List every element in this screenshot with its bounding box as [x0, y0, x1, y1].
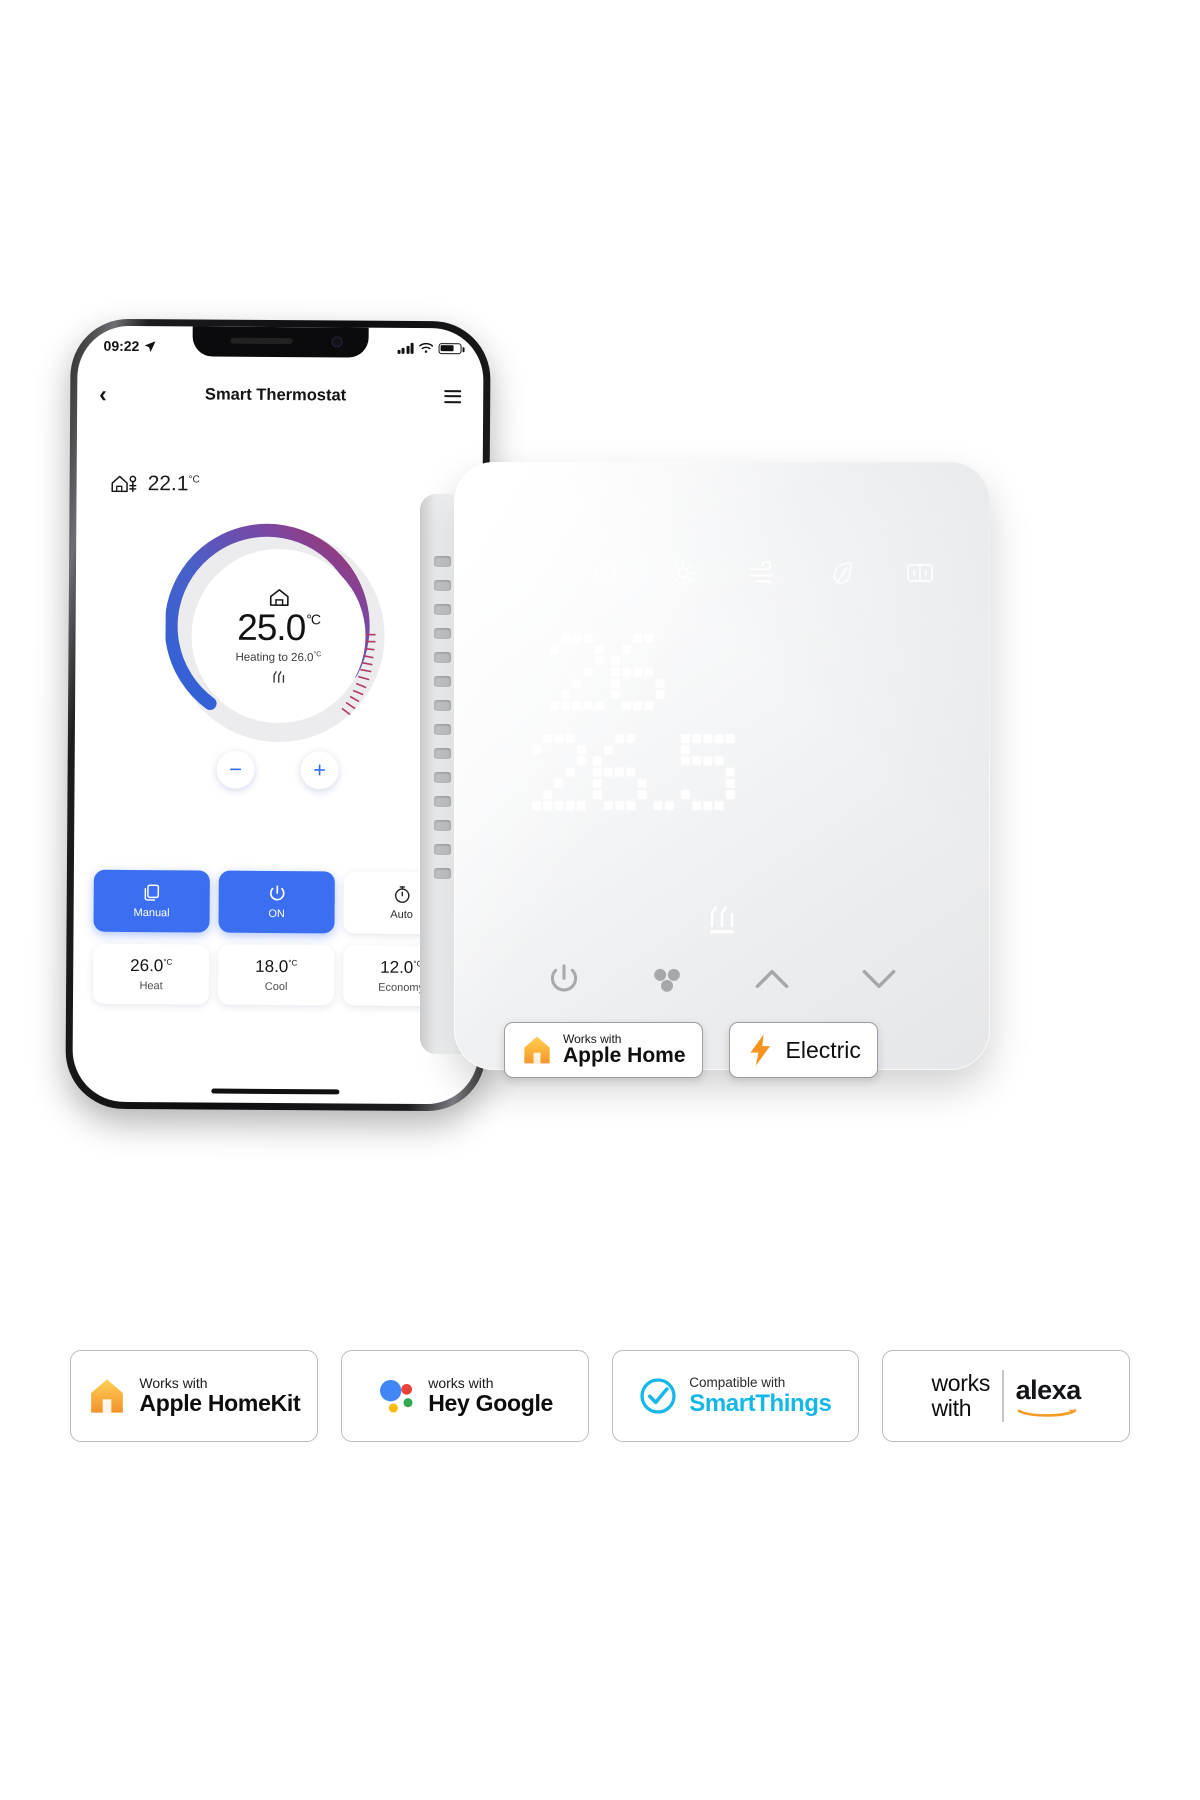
- device-front-face: [454, 462, 990, 1070]
- increase-temperature-button[interactable]: +: [300, 751, 339, 790]
- status-time: 09:22: [103, 337, 140, 355]
- badge-apple-home: Works with Apple Home: [504, 1022, 703, 1078]
- apple-home-house-icon: [91, 1379, 124, 1413]
- preset-value: 26.0°C: [130, 955, 173, 976]
- timer-icon: [394, 886, 409, 903]
- front-camera-icon: [331, 336, 343, 348]
- logo-hey-google: works with Hey Google: [340, 1350, 589, 1442]
- copy-pages-icon: [144, 884, 159, 901]
- dial-status-text: Heating to 26.0°C: [235, 650, 322, 664]
- status-right: [397, 342, 462, 354]
- smartthings-check-icon: [640, 1378, 676, 1414]
- preset-cool[interactable]: 18.0°C Cool: [217, 944, 335, 1006]
- logo-apple-homekit: Works with Apple HomeKit: [70, 1350, 318, 1442]
- window-icon: [907, 563, 933, 582]
- preset-heat[interactable]: 26.0°C Heat: [92, 943, 210, 1005]
- battery-icon: [438, 342, 462, 354]
- preset-label: Heat: [139, 980, 163, 993]
- ambient-temperature: 22.1°C: [111, 472, 200, 497]
- decrease-temperature-button[interactable]: −: [216, 750, 255, 789]
- temperature-stepper: − +: [216, 750, 339, 790]
- heat-waves-icon: [272, 671, 284, 684]
- temperature-presets: 26.0°C Heat 18.0°C Cool 12.0°C Economy: [92, 943, 460, 1007]
- apple-home-house-icon: [524, 1036, 550, 1064]
- mode-button-manual[interactable]: Manual: [93, 869, 210, 933]
- preset-value: 12.0°C: [380, 957, 423, 977]
- logo-small-text-2: with: [931, 1395, 972, 1421]
- logo-small-text: works: [931, 1369, 991, 1396]
- dial-center: 25.0 °C Heating to 26.0°C: [190, 548, 367, 724]
- mode-button-on[interactable]: ON: [218, 870, 335, 934]
- wifi-icon: [511, 562, 541, 583]
- badge-large-text: Apple Home: [563, 1044, 686, 1068]
- logo-large-text: alexa: [1015, 1374, 1082, 1405]
- device-vents: [434, 556, 451, 879]
- home-sensor-icon: [111, 475, 137, 493]
- led-dot-matrix: [522, 630, 922, 930]
- dial-current-temperature: 25.0 °C: [237, 606, 321, 648]
- leaf-icon: [833, 561, 852, 584]
- earpiece-speaker: [230, 337, 293, 345]
- fan-icon[interactable]: [650, 964, 684, 994]
- smart-thermostat-device: Works with Apple Home Electric: [420, 462, 990, 1102]
- hamburger-menu-icon[interactable]: [444, 389, 462, 403]
- mode-buttons: Manual ON Auto: [93, 869, 460, 935]
- logo-smartthings: Compatible with SmartThings: [611, 1350, 860, 1442]
- mode-label: ON: [268, 907, 285, 921]
- alexa-works-with-text: works with: [931, 1369, 991, 1422]
- logo-alexa: works with alexa: [882, 1350, 1130, 1442]
- cellular-bars-icon: [397, 342, 414, 354]
- page-title: Smart Thermostat: [204, 384, 347, 404]
- power-icon: [269, 885, 284, 901]
- badge-electric: Electric: [728, 1022, 878, 1078]
- home-indicator: [211, 1088, 340, 1095]
- badge-large-text: Electric: [785, 1036, 861, 1063]
- device-status-icons: [454, 558, 990, 587]
- location-arrow-icon: [144, 340, 156, 352]
- mode-label: Auto: [390, 908, 413, 921]
- mode-label: Manual: [133, 906, 170, 920]
- status-left: 09:22: [104, 338, 157, 354]
- preset-value: 18.0°C: [255, 956, 298, 977]
- amazon-smile-icon: [1017, 1408, 1077, 1417]
- back-button[interactable]: ‹: [99, 380, 107, 406]
- compatibility-logo-bar: Works with Apple HomeKit works with Hey …: [70, 1350, 1130, 1442]
- app-header: ‹ Smart Thermostat: [77, 372, 483, 419]
- power-icon[interactable]: [547, 962, 581, 996]
- wind-icon: [749, 560, 772, 585]
- device-touch-buttons: [454, 962, 990, 996]
- device-badges: Works with Apple Home Electric: [504, 1022, 878, 1078]
- timer-icon: [595, 560, 617, 586]
- heat-waves-icon: [710, 905, 734, 934]
- product-image: 09:22 ‹ Smart Thermostat 22.1°C 25.0 °C …: [0, 0, 1200, 1800]
- home-icon: [269, 588, 289, 606]
- lightning-bolt-icon: [750, 1034, 770, 1066]
- temperature-dial[interactable]: 25.0 °C Heating to 26.0°C: [164, 522, 393, 750]
- logo-large-text: SmartThings: [689, 1389, 832, 1417]
- preset-label: Economy: [378, 981, 425, 995]
- chevron-up-icon[interactable]: [753, 964, 791, 994]
- logo-large-text: Hey Google: [428, 1390, 554, 1417]
- ambient-value: 22.1°C: [147, 472, 200, 496]
- preset-label: Cool: [264, 980, 288, 994]
- logo-large-text: Apple HomeKit: [139, 1390, 301, 1417]
- chevron-down-icon[interactable]: [860, 964, 898, 994]
- wifi-icon: [419, 342, 434, 353]
- phone-notch: [192, 326, 369, 358]
- logo-small-text: works with: [428, 1374, 494, 1391]
- divider: [1002, 1370, 1004, 1422]
- google-dots-icon: [380, 1380, 413, 1413]
- logo-small-text: Works with: [139, 1374, 208, 1391]
- led-display: [454, 630, 990, 930]
- sun-icon: [670, 559, 697, 586]
- logo-small-text: Compatible with: [689, 1374, 786, 1390]
